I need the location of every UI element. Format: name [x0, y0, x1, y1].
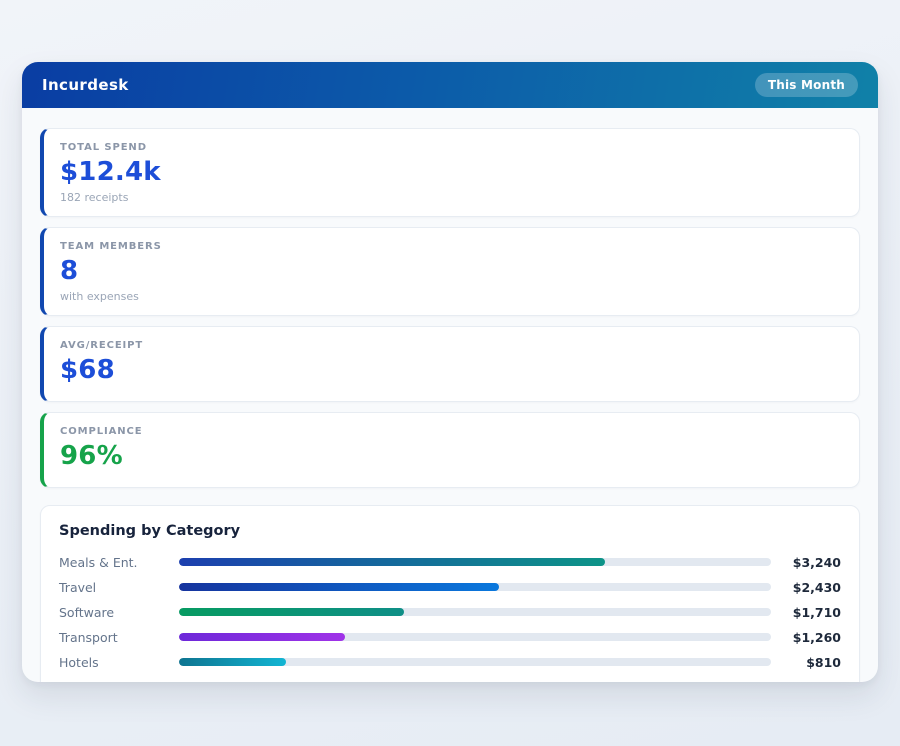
- app-title: Incurdesk: [42, 76, 129, 94]
- stat-label: TOTAL SPEND: [60, 142, 841, 153]
- stat-card-compliance: COMPLIANCE 96%: [40, 412, 860, 488]
- dashboard-content: TOTAL SPEND $12.4k 182 receipts TEAM MEM…: [22, 108, 878, 682]
- bar-transport: [179, 633, 345, 641]
- category-label: Travel: [59, 580, 179, 595]
- chart-row-meals: Meals & Ent. $3,240: [59, 550, 841, 575]
- stat-value: 8: [60, 257, 841, 287]
- category-label: Software: [59, 605, 179, 620]
- period-badge[interactable]: This Month: [755, 73, 858, 97]
- bar-track: [179, 583, 771, 591]
- app-header: Incurdesk This Month: [22, 62, 878, 108]
- stat-card-total-spend: TOTAL SPEND $12.4k 182 receipts: [40, 128, 860, 217]
- stat-card-team-members: TEAM MEMBERS 8 with expenses: [40, 227, 860, 316]
- bar-track: [179, 608, 771, 616]
- spending-by-category-card: Spending by Category Meals & Ent. $3,240…: [40, 505, 860, 682]
- chart-row-software: Software $1,710: [59, 600, 841, 625]
- bar-track: [179, 558, 771, 566]
- stat-value: $12.4k: [60, 158, 841, 188]
- chart-row-hotels: Hotels $810: [59, 650, 841, 675]
- stat-label: TEAM MEMBERS: [60, 241, 841, 252]
- stat-subtitle: with expenses: [60, 290, 841, 303]
- bar-value: $810: [771, 655, 841, 670]
- bar-track: [179, 633, 771, 641]
- chart-row-travel: Travel $2,430: [59, 575, 841, 600]
- stat-value: 96%: [60, 442, 841, 472]
- stat-subtitle: 182 receipts: [60, 191, 841, 204]
- stat-label: COMPLIANCE: [60, 426, 841, 437]
- bar-software: [179, 608, 404, 616]
- stat-value: $68: [60, 356, 841, 386]
- bar-meals: [179, 558, 605, 566]
- category-label: Transport: [59, 630, 179, 645]
- bar-track: [179, 658, 771, 666]
- chart-row-transport: Transport $1,260: [59, 625, 841, 650]
- bar-travel: [179, 583, 499, 591]
- stat-card-avg-receipt: AVG/RECEIPT $68: [40, 326, 860, 402]
- category-label: Meals & Ent.: [59, 555, 179, 570]
- chart-title: Spending by Category: [59, 523, 841, 539]
- bar-value: $2,430: [771, 580, 841, 595]
- bar-value: $3,240: [771, 555, 841, 570]
- category-label: Hotels: [59, 655, 179, 670]
- bar-value: $1,260: [771, 630, 841, 645]
- bar-value: $1,710: [771, 605, 841, 620]
- dashboard-panel: Incurdesk This Month TOTAL SPEND $12.4k …: [22, 62, 878, 682]
- stat-label: AVG/RECEIPT: [60, 340, 841, 351]
- bar-hotels: [179, 658, 286, 666]
